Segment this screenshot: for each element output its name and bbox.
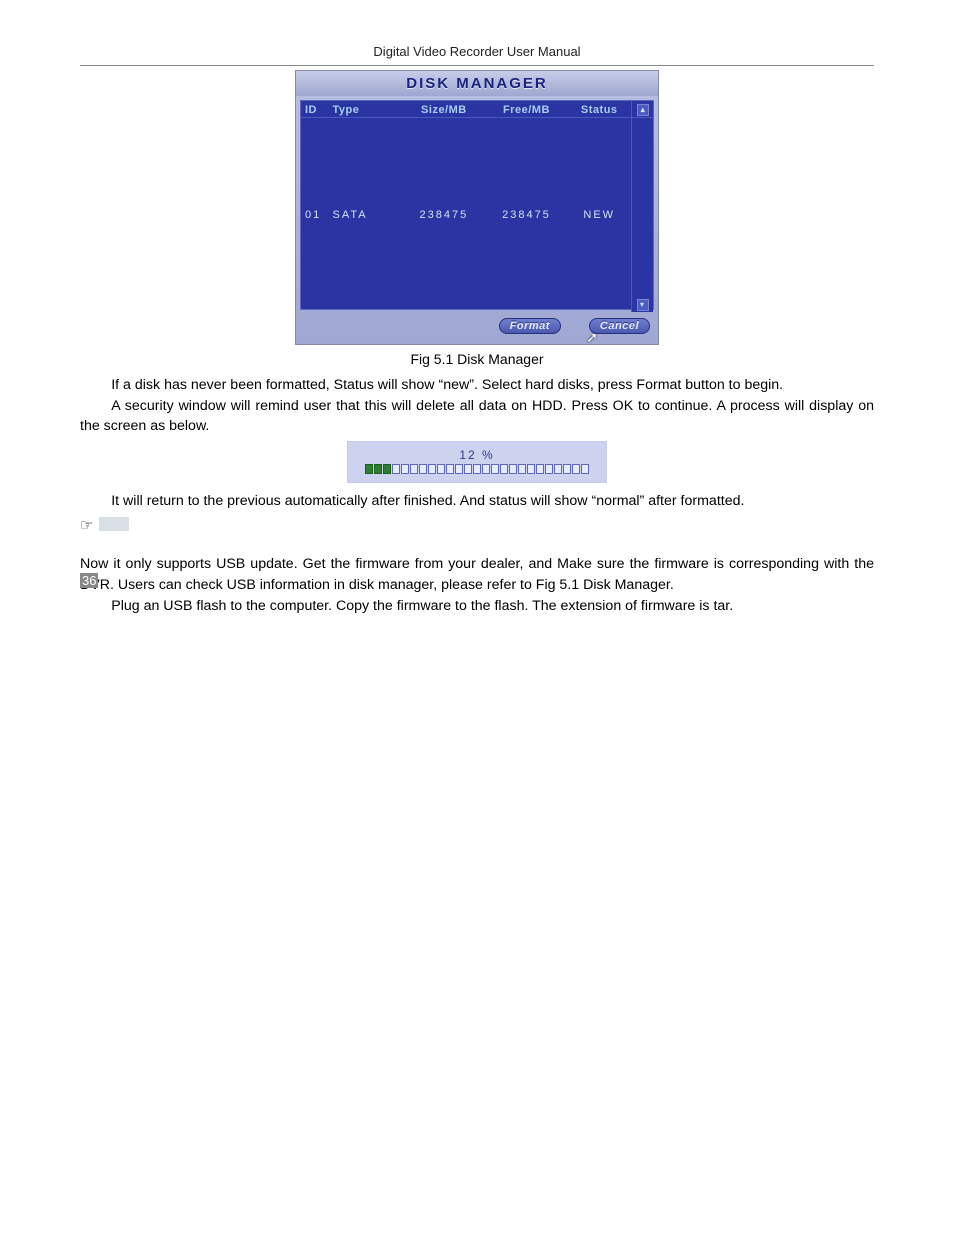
progress-cell bbox=[482, 464, 490, 474]
hand-icon: ☞ bbox=[80, 518, 93, 533]
progress-cell bbox=[419, 464, 427, 474]
progress-cell bbox=[428, 464, 436, 474]
progress-cell bbox=[509, 464, 517, 474]
progress-figure: 12 % bbox=[347, 441, 607, 483]
col-size: Size/MB bbox=[403, 101, 486, 118]
scroll-up-button[interactable]: ▴ bbox=[631, 101, 653, 118]
progress-cell bbox=[545, 464, 553, 474]
progress-cell bbox=[536, 464, 544, 474]
progress-cell bbox=[518, 464, 526, 474]
cancel-button[interactable]: Cancel bbox=[589, 318, 650, 334]
col-type: Type bbox=[329, 101, 403, 118]
paragraph-5: Plug an USB flash to the computer. Copy … bbox=[80, 596, 874, 617]
disk-manager-figure: DISK MANAGER ID Type Size/MB Free/MB Sta… bbox=[295, 70, 659, 345]
table-row[interactable]: 01 SATA 238475 238475 NEW ▾ bbox=[301, 118, 653, 313]
page-number: 36 bbox=[80, 573, 98, 588]
progress-cell bbox=[527, 464, 535, 474]
col-status: Status bbox=[568, 101, 632, 118]
paragraph-2: A security window will remind user that … bbox=[80, 396, 874, 437]
progress-cell bbox=[365, 464, 373, 474]
progress-cell bbox=[383, 464, 391, 474]
progress-cell bbox=[473, 464, 481, 474]
cell-status: NEW bbox=[568, 118, 632, 313]
progress-cell bbox=[572, 464, 580, 474]
progress-label: 12 % bbox=[356, 448, 598, 462]
paragraph-3: It will return to the previous automatic… bbox=[80, 491, 874, 512]
cell-size: 238475 bbox=[403, 118, 486, 313]
disk-manager-title: DISK MANAGER bbox=[296, 71, 658, 96]
paragraph-4: Now it only supports USB update. Get the… bbox=[80, 554, 874, 595]
progress-cell bbox=[563, 464, 571, 474]
disk-table-header: ID Type Size/MB Free/MB Status ▴ bbox=[301, 101, 653, 118]
col-id: ID bbox=[301, 101, 329, 118]
cell-free: 238475 bbox=[485, 118, 568, 313]
progress-bar bbox=[356, 464, 598, 474]
progress-cell bbox=[410, 464, 418, 474]
disk-manager-footer: Format Cancel ➚ bbox=[296, 314, 658, 340]
cursor-icon: ➚ bbox=[586, 329, 598, 346]
step-chip bbox=[99, 517, 129, 531]
disk-manager-window: DISK MANAGER ID Type Size/MB Free/MB Sta… bbox=[295, 70, 659, 345]
col-free: Free/MB bbox=[485, 101, 568, 118]
paragraph-1: If a disk has never been formatted, Stat… bbox=[80, 375, 874, 396]
progress-cell bbox=[500, 464, 508, 474]
cell-type: SATA bbox=[329, 118, 403, 313]
progress-cell bbox=[392, 464, 400, 474]
progress-cell bbox=[464, 464, 472, 474]
disk-manager-body: ID Type Size/MB Free/MB Status ▴ 01 SATA… bbox=[300, 100, 654, 310]
progress-cell bbox=[554, 464, 562, 474]
format-button[interactable]: Format bbox=[499, 318, 561, 334]
step-marker-row: ☞ bbox=[80, 517, 874, 532]
progress-cell bbox=[437, 464, 445, 474]
cell-id: 01 bbox=[301, 118, 329, 313]
progress-cell bbox=[491, 464, 499, 474]
progress-cell bbox=[446, 464, 454, 474]
progress-cell bbox=[374, 464, 382, 474]
figure-caption: Fig 5.1 Disk Manager bbox=[80, 351, 874, 367]
scroll-down-button[interactable]: ▾ bbox=[631, 118, 653, 313]
progress-cell bbox=[455, 464, 463, 474]
progress-cell bbox=[401, 464, 409, 474]
page-header: Digital Video Recorder User Manual bbox=[80, 44, 874, 66]
progress-cell bbox=[581, 464, 589, 474]
